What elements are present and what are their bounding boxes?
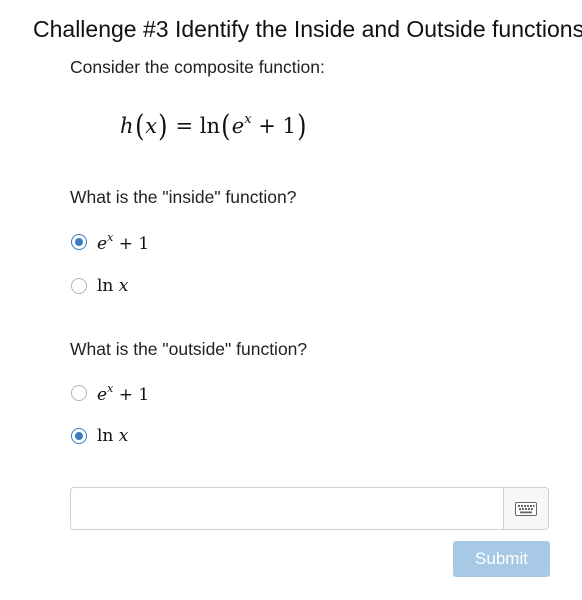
intro-text: Consider the composite function: bbox=[70, 57, 325, 77]
inside-option-ln[interactable]: ln x bbox=[70, 274, 128, 298]
keyboard-button[interactable] bbox=[503, 488, 548, 529]
radio-button[interactable] bbox=[71, 428, 87, 444]
inside-option-exp[interactable]: ex + 1 bbox=[70, 230, 149, 254]
formula-paren: ( bbox=[221, 109, 231, 144]
outside-option-ln[interactable]: ln x bbox=[70, 424, 128, 448]
formula-plus-one: + 1 bbox=[258, 114, 296, 138]
radio-button[interactable] bbox=[71, 385, 87, 401]
answer-input[interactable] bbox=[71, 488, 503, 529]
option-label: ex + 1 bbox=[97, 230, 150, 254]
question-inside: What is the "inside" function? bbox=[70, 187, 297, 207]
formula-lhs-var: x bbox=[145, 114, 158, 138]
option-label: ln x bbox=[97, 276, 129, 296]
formula-equals: = bbox=[175, 114, 194, 138]
page-title: Challenge #3 Identify the Inside and Out… bbox=[33, 16, 582, 42]
formula-exponent: x bbox=[244, 112, 252, 127]
formula-base: e bbox=[231, 114, 245, 138]
keyboard-icon bbox=[515, 501, 537, 516]
formula-paren: ) bbox=[158, 109, 168, 144]
question-outside: What is the "outside" function? bbox=[70, 339, 308, 359]
formula-ln: ln bbox=[199, 114, 221, 138]
radio-button[interactable] bbox=[71, 278, 87, 294]
formula-paren: ) bbox=[297, 109, 307, 144]
composite-formula: h(x) = ln(ex + 1) bbox=[120, 102, 308, 145]
formula-lhs-func: h bbox=[120, 114, 134, 138]
option-label: ln x bbox=[97, 426, 129, 446]
submit-button[interactable]: Submit bbox=[453, 541, 550, 577]
radio-button[interactable] bbox=[71, 234, 87, 250]
formula-paren: ( bbox=[134, 109, 145, 144]
outside-option-exp[interactable]: ex + 1 bbox=[70, 381, 149, 405]
option-label: ex + 1 bbox=[97, 381, 150, 405]
answer-field bbox=[70, 487, 549, 530]
